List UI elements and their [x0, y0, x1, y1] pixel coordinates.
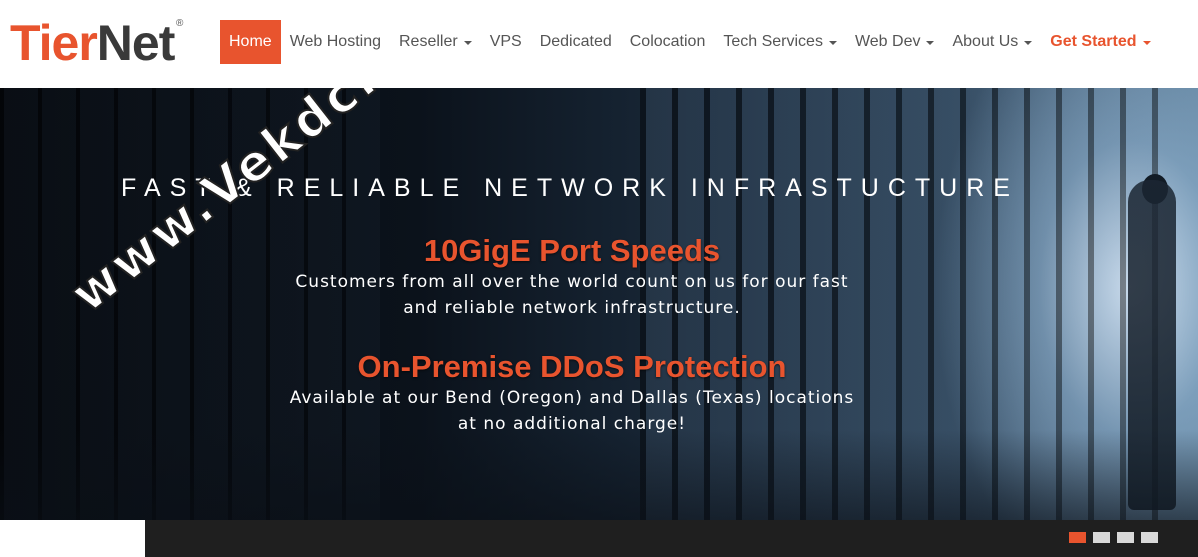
caret-down-icon: [463, 41, 472, 45]
logo-wordmark: TierNet: [10, 15, 175, 71]
slider-dot-2[interactable]: [1093, 532, 1110, 543]
nav-dedicated[interactable]: Dedicated: [531, 20, 621, 64]
caret-down-icon: [1142, 41, 1151, 45]
caret-down-icon: [828, 41, 837, 45]
tiernet-logo[interactable]: TierNet ®: [10, 14, 183, 71]
slider-dot-4[interactable]: [1141, 532, 1158, 543]
hero-banner: FAST & RELIABLE NETWORK INFRASTUCTURE 10…: [0, 88, 1198, 520]
nav-web-hosting[interactable]: Web Hosting: [281, 20, 390, 64]
caret-down-icon: [926, 41, 935, 45]
feature-description-port-speeds: Customers from all over the world count …: [295, 272, 849, 318]
slider-dot-3[interactable]: [1117, 532, 1134, 543]
slider-dot-1[interactable]: [1069, 532, 1086, 543]
nav-colocation[interactable]: Colocation: [621, 20, 715, 64]
caret-down-icon: [1024, 41, 1033, 45]
nav-get-started[interactable]: Get Started: [1041, 20, 1159, 64]
nav-vps[interactable]: VPS: [481, 20, 531, 64]
feature-title-ddos: On-Premise DDoS Protection: [357, 349, 787, 384]
floor-shadow: [0, 430, 1198, 520]
slider-pagination: [1069, 532, 1158, 543]
footer-white-block: [0, 520, 145, 557]
slider-footer-bar: [0, 520, 1198, 557]
nav-web-dev[interactable]: Web Dev: [846, 20, 944, 64]
nav-home[interactable]: Home: [220, 20, 281, 64]
registered-mark: ®: [176, 18, 184, 29]
site-header: TierNet ® Home Web Hosting Reseller VPS …: [0, 0, 1198, 88]
nav-reseller[interactable]: Reseller: [390, 20, 481, 64]
feature-description-ddos: Available at our Bend (Oregon) and Dalla…: [289, 388, 855, 434]
nav-about-us[interactable]: About Us: [943, 20, 1041, 64]
nav-tech-services[interactable]: Tech Services: [714, 20, 846, 64]
main-nav: Home Web Hosting Reseller VPS Dedicated …: [220, 20, 1160, 64]
person-silhouette: [1128, 180, 1176, 510]
